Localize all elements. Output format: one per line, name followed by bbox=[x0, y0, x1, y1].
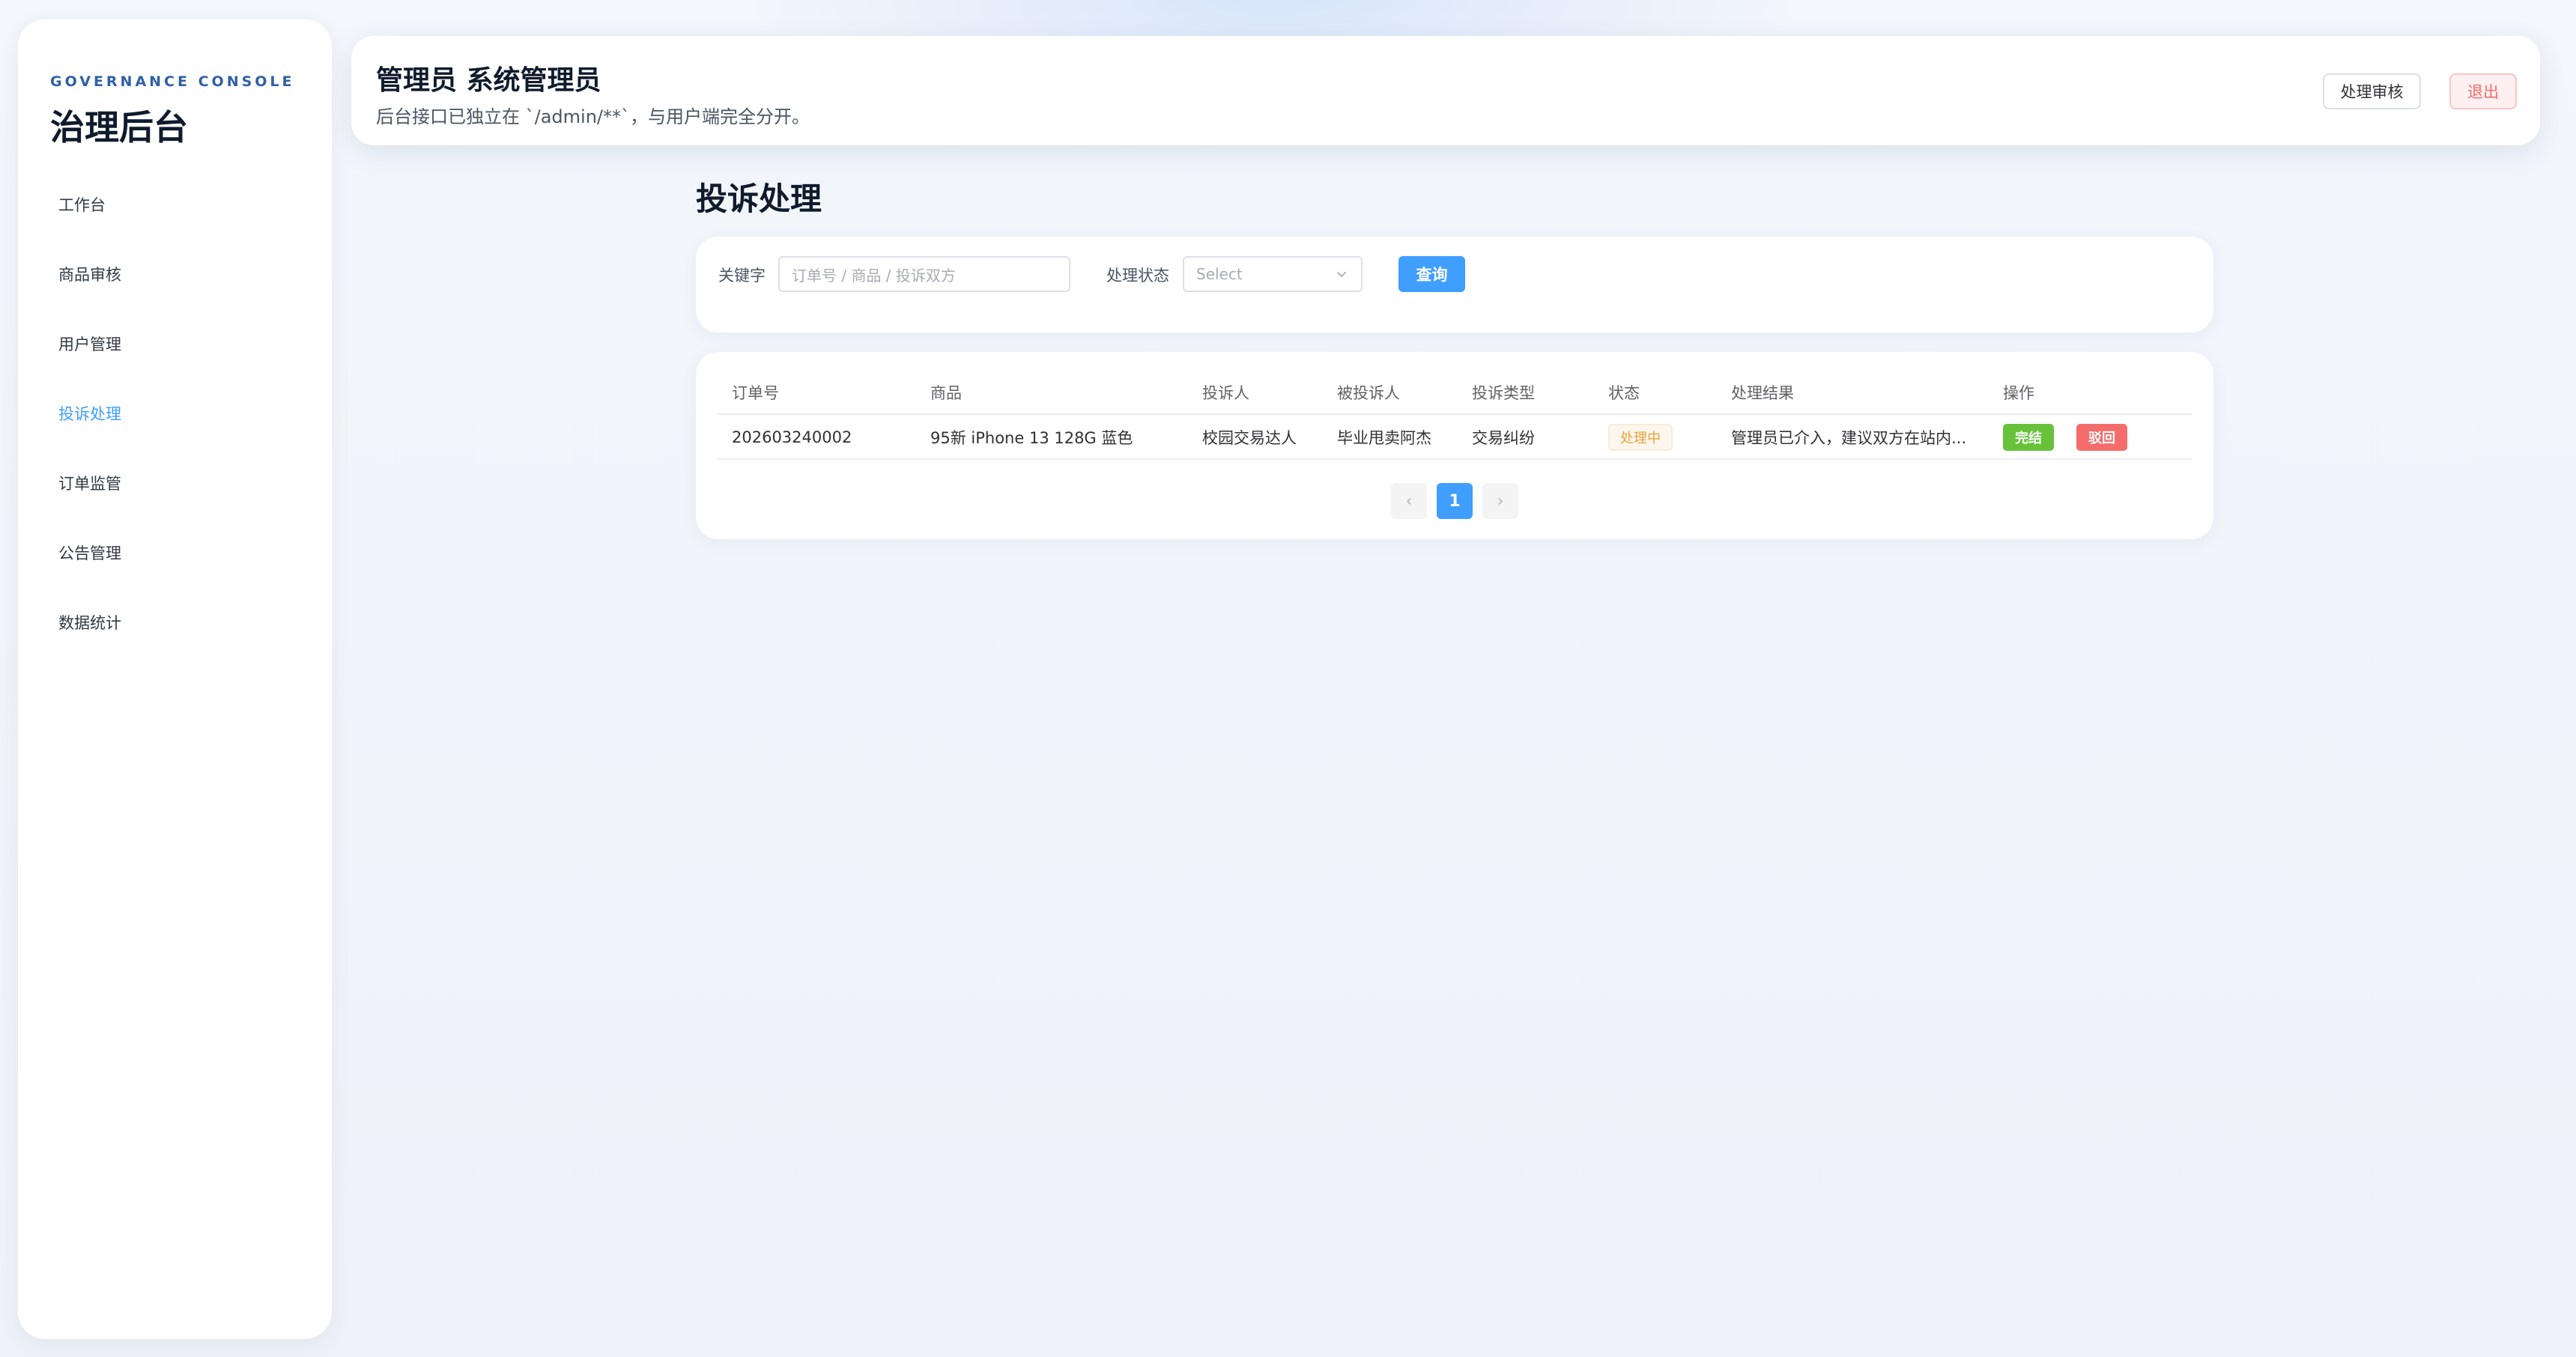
chevron-right-icon: › bbox=[1497, 491, 1504, 511]
chevron-down-icon bbox=[1337, 272, 1346, 277]
keyword-placeholder: 订单号 / 商品 / 投诉双方 bbox=[792, 266, 956, 285]
col-status: 状态 bbox=[1608, 384, 1640, 402]
cell-complainant: 校园交易达人 bbox=[1202, 429, 1297, 447]
sidebar-item-user-management[interactable]: 用户管理 bbox=[18, 309, 332, 378]
admin-subtitle: 后台接口已独立在 `/admin/**`，与用户端完全分开。 bbox=[376, 106, 810, 127]
next-page-button[interactable]: › bbox=[1482, 483, 1518, 519]
cell-actions: 完结 驳回 bbox=[2003, 415, 2183, 460]
cell-type: 交易纠纷 bbox=[1472, 429, 1535, 447]
col-order-no: 订单号 bbox=[732, 384, 779, 402]
keyword-input[interactable]: 订单号 / 商品 / 投诉双方 bbox=[778, 256, 1070, 292]
complete-button[interactable]: 完结 bbox=[2003, 424, 2054, 451]
cell-order-no: 202603240002 bbox=[732, 428, 852, 446]
reject-button[interactable]: 驳回 bbox=[2076, 424, 2127, 451]
sidebar-item-label: 工作台 bbox=[58, 195, 106, 214]
col-complainant: 投诉人 bbox=[1202, 384, 1249, 402]
sidebar-item-workbench[interactable]: 工作台 bbox=[18, 169, 332, 239]
status-badge: 处理中 bbox=[1608, 424, 1673, 451]
sidebar-item-label: 公告管理 bbox=[58, 544, 121, 562]
sidebar-item-order-supervision[interactable]: 订单监管 bbox=[18, 448, 332, 517]
col-respondent: 被投诉人 bbox=[1337, 384, 1400, 402]
status-select[interactable]: Select bbox=[1183, 256, 1363, 292]
sidebar-item-label: 商品审核 bbox=[58, 265, 121, 284]
keyword-label: 关键字 bbox=[718, 267, 766, 285]
sidebar-item-label: 投诉处理 bbox=[58, 404, 121, 423]
sidebar-item-product-review[interactable]: 商品审核 bbox=[18, 239, 332, 309]
col-result: 处理结果 bbox=[1731, 384, 1794, 402]
filter-card: 关键字 订单号 / 商品 / 投诉双方 处理状态 Select 查询 bbox=[696, 237, 2213, 333]
cell-product: 95新 iPhone 13 128G 蓝色 bbox=[930, 429, 1133, 447]
sidebar-item-label: 用户管理 bbox=[58, 335, 121, 353]
admin-title: 管理员 系统管理员 bbox=[376, 65, 601, 96]
table-row: 202603240002 95新 iPhone 13 128G 蓝色 校园交易达… bbox=[717, 415, 2192, 460]
status-label: 处理状态 bbox=[1106, 267, 1169, 285]
sidebar-nav: 工作台 商品审核 用户管理 投诉处理 订单监管 公告管理 数据统计 bbox=[18, 169, 332, 657]
top-header: 管理员 系统管理员 后台接口已独立在 `/admin/**`，与用户端完全分开。… bbox=[351, 36, 2540, 145]
col-type: 投诉类型 bbox=[1472, 384, 1535, 402]
cell-status: 处理中 bbox=[1608, 415, 1721, 460]
col-product: 商品 bbox=[930, 384, 962, 402]
col-actions: 操作 bbox=[2003, 384, 2034, 402]
prev-page-button[interactable]: ‹ bbox=[1391, 483, 1427, 519]
sidebar-item-announcements[interactable]: 公告管理 bbox=[18, 517, 332, 587]
sidebar-item-label: 数据统计 bbox=[58, 613, 121, 632]
cell-respondent: 毕业甩卖阿杰 bbox=[1337, 429, 1431, 447]
brand-title: 治理后台 bbox=[50, 107, 188, 148]
pagination: ‹ 1 › bbox=[696, 483, 2213, 520]
complaints-table: 订单号 商品 投诉人 被投诉人 投诉类型 状态 处理结果 操作 20260324… bbox=[717, 370, 2192, 460]
sidebar-item-label: 订单监管 bbox=[58, 474, 121, 493]
page-1-button[interactable]: 1 bbox=[1437, 483, 1473, 519]
query-button[interactable]: 查询 bbox=[1398, 256, 1465, 292]
cell-result: 管理员已介入，建议双方在站内... bbox=[1731, 415, 1986, 460]
chevron-left-icon: ‹ bbox=[1405, 491, 1413, 511]
brand-eyebrow: GOVERNANCE CONSOLE bbox=[50, 73, 295, 90]
sidebar-item-statistics[interactable]: 数据统计 bbox=[18, 587, 332, 657]
review-button[interactable]: 处理审核 bbox=[2323, 73, 2421, 109]
page-title: 投诉处理 bbox=[696, 180, 822, 217]
status-placeholder: Select bbox=[1196, 265, 1243, 283]
sidebar: GOVERNANCE CONSOLE 治理后台 工作台 商品审核 用户管理 投诉… bbox=[18, 19, 332, 1339]
sidebar-item-complaints[interactable]: 投诉处理 bbox=[18, 378, 332, 448]
table-header: 订单号 商品 投诉人 被投诉人 投诉类型 状态 处理结果 操作 bbox=[717, 370, 2192, 415]
result-text: 管理员已介入，建议双方在站内... bbox=[1731, 429, 1967, 447]
logout-button[interactable]: 退出 bbox=[2449, 73, 2517, 109]
